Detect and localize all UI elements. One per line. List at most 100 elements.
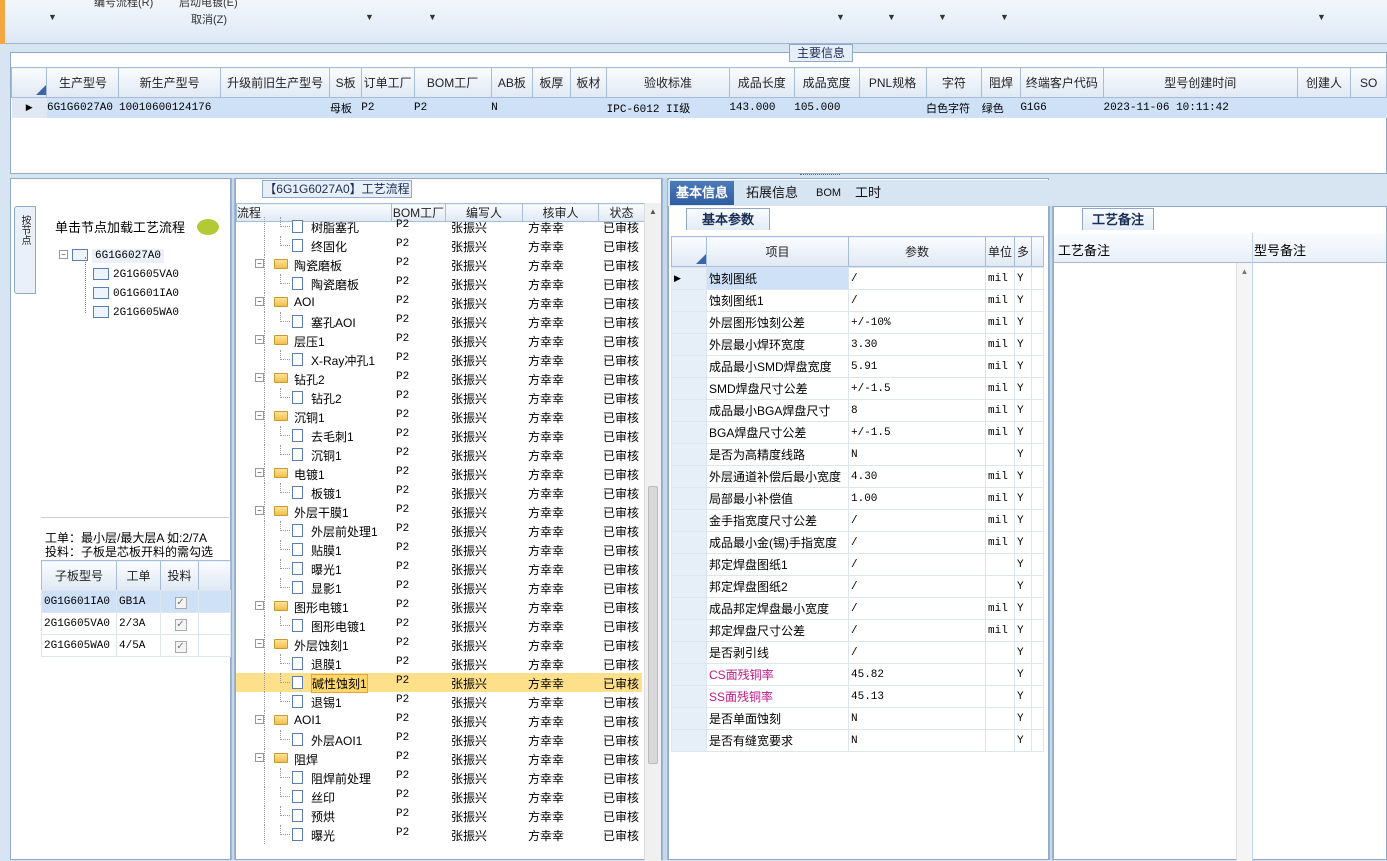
param-value[interactable]: +/-10%: [848, 311, 986, 334]
dropdown-arrow-icon[interactable]: ▼: [365, 12, 374, 22]
param-value[interactable]: +/-1.5: [848, 377, 986, 400]
tree-node[interactable]: 2G1G605VA0: [93, 266, 179, 281]
param-value[interactable]: /: [848, 575, 986, 598]
main-cell[interactable]: 105.000: [794, 97, 860, 118]
main-col-header[interactable]: PNL规格: [858, 67, 927, 98]
param-item[interactable]: 外层最小焊环宽度: [706, 333, 849, 356]
param-item[interactable]: 成品最小金(锡)手指宽度: [706, 531, 849, 554]
table-row[interactable]: 局部最小补偿值 1.00 mil Y: [671, 487, 1044, 510]
flow-row[interactable]: 去毛刺1 P2 张振兴 方幸幸 已审核: [236, 426, 642, 445]
param-value[interactable]: 4.30: [848, 465, 986, 488]
dropdown-arrow-icon[interactable]: ▼: [1000, 12, 1009, 22]
main-col-header[interactable]: 成品宽度: [793, 67, 860, 98]
flow-row[interactable]: 碱性蚀刻1 P2 张振兴 方幸幸 已审核: [236, 673, 642, 693]
dropdown-arrow-icon[interactable]: ▼: [48, 12, 57, 22]
tree-node[interactable]: − 6G1G6027A0: [59, 247, 165, 263]
flow-row[interactable]: 沉铜1 P2 张振兴 方幸幸 已审核: [236, 445, 642, 464]
sub-col-header[interactable]: 子板型号: [41, 560, 117, 591]
param-value[interactable]: 45.82: [848, 663, 986, 686]
flow-row[interactable]: 终固化 P2 张振兴 方幸幸 已审核: [236, 236, 642, 255]
flow-row[interactable]: − 图形电镀1 P2 张振兴 方幸幸 已审核: [236, 597, 642, 616]
flow-row[interactable]: 贴膜1 P2 张振兴 方幸幸 已审核: [236, 540, 642, 559]
main-col-header[interactable]: SO: [1350, 67, 1387, 98]
row-indicator[interactable]: [671, 707, 707, 730]
row-indicator[interactable]: [671, 685, 707, 708]
sub-cell[interactable]: GB1A: [116, 590, 161, 613]
table-row[interactable]: 2G1G605WA0 4/5A ✓: [41, 634, 231, 657]
table-row[interactable]: 是否为高精度线路 N Y: [671, 443, 1044, 466]
row-indicator[interactable]: ▶: [11, 97, 47, 118]
row-indicator[interactable]: [671, 333, 707, 356]
collapse-icon[interactable]: −: [255, 297, 264, 306]
main-col-header[interactable]: 新生产型号: [118, 67, 221, 98]
table-row[interactable]: SS面残铜率 45.13 Y: [671, 685, 1044, 708]
main-col-header[interactable]: 验收标准: [606, 67, 730, 98]
param-item[interactable]: 蚀刻图纸1: [706, 289, 849, 312]
param-value[interactable]: /: [848, 509, 986, 532]
param-col-header[interactable]: 参数: [848, 236, 986, 267]
row-indicator[interactable]: ▶: [671, 267, 707, 290]
table-row[interactable]: 邦定焊盘尺寸公差 / mil Y: [671, 619, 1044, 642]
flow-row[interactable]: − 陶瓷磨板 P2 张振兴 方幸幸 已审核: [236, 255, 642, 274]
row-indicator[interactable]: [671, 619, 707, 642]
collapse-icon[interactable]: −: [255, 259, 264, 268]
main-cell[interactable]: 10010600124176: [118, 97, 221, 118]
table-row[interactable]: 2G1G605VA0 2/3A ✓: [41, 612, 231, 635]
param-item[interactable]: 金手指宽度尺寸公差: [706, 509, 849, 532]
param-item[interactable]: BGA焊盘尺寸公差: [706, 421, 849, 444]
main-cell[interactable]: [570, 97, 607, 118]
main-col-header[interactable]: 生产型号: [46, 67, 120, 98]
flow-row[interactable]: 曝光 P2 张振兴 方幸幸 已审核: [236, 825, 642, 844]
checkbox-icon[interactable]: ✓: [174, 641, 187, 653]
checkbox-icon[interactable]: ✓: [174, 619, 187, 631]
main-cell[interactable]: [1350, 97, 1387, 118]
table-row[interactable]: 蚀刻图纸1/mil Y: [671, 289, 1044, 312]
main-cell[interactable]: [532, 97, 571, 118]
param-value[interactable]: +/-1.5: [848, 421, 986, 444]
main-col-header[interactable]: BOM工厂: [413, 67, 492, 98]
row-indicator[interactable]: [671, 641, 707, 664]
main-col-header[interactable]: 订单工厂: [360, 67, 415, 98]
param-item[interactable]: 局部最小补偿值: [706, 487, 849, 510]
dropdown-arrow-icon[interactable]: ▼: [1317, 12, 1326, 22]
sub-cell[interactable]: 2G1G605VA0: [41, 612, 117, 635]
main-col-header[interactable]: 字符: [925, 67, 983, 98]
param-item[interactable]: SS面残铜率: [706, 685, 849, 708]
sub-cell[interactable]: 2G1G605WA0: [41, 634, 117, 657]
param-value[interactable]: N: [848, 443, 986, 466]
param-item[interactable]: 是否为高精度线路: [706, 443, 849, 466]
tab-by-node[interactable]: 按节点: [14, 206, 36, 294]
param-item[interactable]: 蚀刻图纸: [706, 267, 849, 290]
scroll-up-icon[interactable]: ▲: [1237, 267, 1252, 276]
main-col-header[interactable]: 型号创建时间: [1102, 67, 1298, 98]
flow-scroll-thumb[interactable]: [648, 486, 658, 764]
param-item[interactable]: 外层通道补偿后最小宽度: [706, 465, 849, 488]
param-value[interactable]: /: [848, 531, 986, 554]
row-indicator[interactable]: [671, 377, 707, 400]
flow-row[interactable]: 外层AOI1 P2 张振兴 方幸幸 已审核: [236, 730, 642, 749]
main-col-header[interactable]: AB板: [490, 67, 534, 98]
table-row[interactable]: 邦定焊盘图纸2/ Y: [671, 575, 1044, 598]
main-col-header[interactable]: 板材: [569, 67, 608, 98]
flow-row[interactable]: − 阻焊 P2 张振兴 方幸幸 已审核: [236, 749, 642, 768]
menu-number-flow[interactable]: 编号流程(R): [94, 0, 153, 10]
row-indicator[interactable]: [671, 399, 707, 422]
main-col-header[interactable]: 板厚: [532, 67, 571, 98]
table-row[interactable]: CS面残铜率 45.82 Y: [671, 663, 1044, 686]
flow-row[interactable]: 退锡1 P2 张振兴 方幸幸 已审核: [236, 692, 642, 711]
table-row[interactable]: SMD焊盘尺寸公差 +/-1.5 mil Y: [671, 377, 1044, 400]
table-row[interactable]: 是否单面蚀刻 N Y: [671, 707, 1044, 730]
row-indicator[interactable]: [671, 289, 707, 312]
splitter-right[interactable]: [1049, 206, 1053, 860]
table-row[interactable]: 成品最小BGA焊盘尺寸 8 mil Y: [671, 399, 1044, 422]
param-value[interactable]: /: [848, 289, 986, 312]
param-item[interactable]: CS面残铜率: [706, 663, 849, 686]
notes-scrollbar[interactable]: ▲: [1236, 263, 1252, 861]
table-row[interactable]: 金手指宽度尺寸公差 / mil Y: [671, 509, 1044, 532]
param-item[interactable]: 是否剥引线: [706, 641, 849, 664]
param-item[interactable]: 成品邦定焊盘最小宽度: [706, 597, 849, 620]
row-indicator[interactable]: [671, 443, 707, 466]
sub-cell[interactable]: 2/3A: [116, 612, 161, 635]
flow-row[interactable]: − 层压1 P2 张振兴 方幸幸 已审核: [236, 331, 642, 350]
collapse-icon[interactable]: −: [255, 506, 264, 515]
